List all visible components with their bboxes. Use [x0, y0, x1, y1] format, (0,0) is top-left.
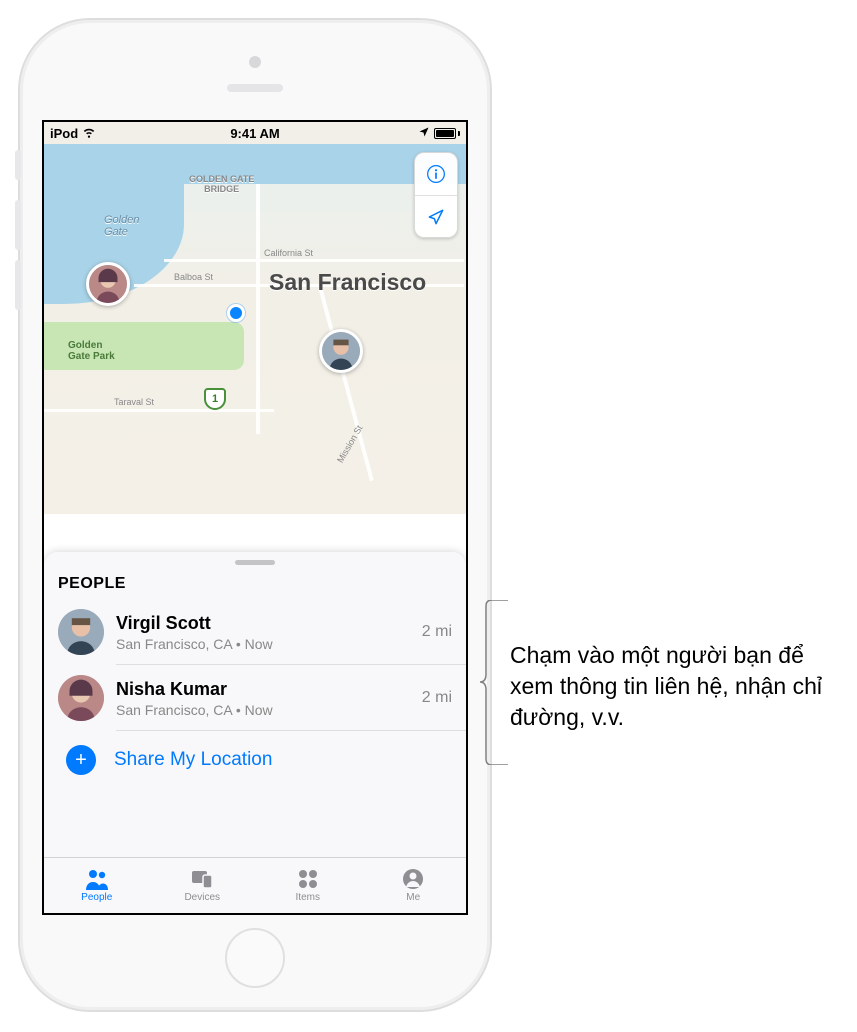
- tab-bar: People Devices Items Me: [44, 857, 466, 913]
- person-distance: 2 mi: [422, 623, 452, 641]
- person-location: San Francisco, CA • Now: [116, 702, 410, 718]
- side-button: [15, 150, 21, 180]
- status-time: 9:41 AM: [230, 126, 279, 141]
- screen: iPod 9:41 AM Golde: [42, 120, 468, 915]
- people-icon: [84, 868, 110, 890]
- map-view[interactable]: Golden Gate GOLDEN GATE BRIDGE San Franc…: [44, 144, 466, 514]
- map-pin-me[interactable]: [227, 304, 245, 322]
- person-row[interactable]: Virgil Scott San Francisco, CA • Now 2 m…: [44, 599, 466, 665]
- map-street-balboa: Balboa St: [174, 272, 213, 282]
- wifi-icon: [82, 125, 96, 142]
- home-button[interactable]: [225, 928, 285, 988]
- map-label-bridge: GOLDEN GATE BRIDGE: [189, 174, 254, 194]
- tab-label: People: [81, 892, 112, 903]
- route-shield: 1: [204, 388, 226, 410]
- person-distance: 2 mi: [422, 689, 452, 707]
- status-bar: iPod 9:41 AM: [44, 122, 466, 144]
- items-icon: [295, 868, 321, 890]
- map-label-park: Golden Gate Park: [68, 340, 115, 362]
- map-street-taraval: Taraval St: [114, 397, 154, 407]
- devices-icon: [189, 868, 215, 890]
- tab-label: Me: [406, 892, 420, 903]
- map-info-button[interactable]: [415, 153, 457, 195]
- map-label-golden-gate: Golden Gate: [104, 214, 139, 238]
- share-location-label: Share My Location: [114, 749, 272, 771]
- device-label: iPod: [50, 126, 78, 141]
- map-pin-person-virgil[interactable]: [319, 329, 363, 373]
- tab-me[interactable]: Me: [361, 858, 467, 913]
- person-location: San Francisco, CA • Now: [116, 636, 410, 652]
- person-name: Virgil Scott: [116, 613, 410, 634]
- sheet-title: People: [44, 575, 466, 599]
- tab-label: Items: [296, 892, 320, 903]
- me-icon: [400, 868, 426, 890]
- callout-text: Chạm vào một người bạn để xem thông tin …: [510, 640, 840, 733]
- speaker-grille: [227, 84, 283, 92]
- tab-devices[interactable]: Devices: [150, 858, 256, 913]
- map-label-city: San Francisco: [269, 269, 426, 296]
- tab-items[interactable]: Items: [255, 858, 361, 913]
- map-pin-person-nisha[interactable]: [86, 262, 130, 306]
- volume-up-button: [15, 200, 21, 250]
- avatar: [58, 609, 104, 655]
- battery-icon: [434, 128, 460, 139]
- volume-down-button: [15, 260, 21, 310]
- share-location-button[interactable]: + Share My Location: [44, 731, 466, 789]
- avatar: [58, 675, 104, 721]
- person-name: Nisha Kumar: [116, 679, 410, 700]
- person-row[interactable]: Nisha Kumar San Francisco, CA • Now 2 mi: [44, 665, 466, 731]
- sheet-grabber[interactable]: [235, 560, 275, 565]
- map-locate-button[interactable]: [415, 195, 457, 237]
- plus-icon: +: [66, 745, 96, 775]
- people-sheet[interactable]: People Virgil Scott San Francisco, CA • …: [44, 552, 466, 857]
- front-camera: [249, 56, 261, 68]
- callout-annotation: Chạm vào một người bạn để xem thông tin …: [510, 640, 840, 733]
- tab-people[interactable]: People: [44, 858, 150, 913]
- device-frame: iPod 9:41 AM Golde: [20, 20, 490, 1010]
- map-controls: [414, 152, 458, 238]
- tab-label: Devices: [184, 892, 220, 903]
- bracket-icon: [480, 600, 510, 765]
- location-services-icon: [418, 126, 430, 141]
- map-street-california: California St: [264, 248, 313, 258]
